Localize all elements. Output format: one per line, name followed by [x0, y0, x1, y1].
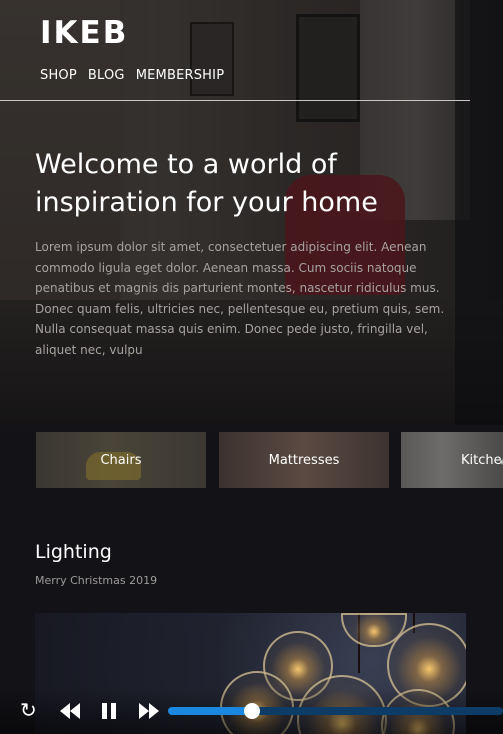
hero-headline-line2: inspiration for your home — [35, 187, 378, 218]
nav-item-shop[interactable]: SHOP — [40, 68, 77, 83]
category-card-kitchen[interactable]: Kitche ✥ — [401, 432, 503, 488]
category-card-chairs[interactable]: Chairs — [36, 432, 206, 488]
brand-logo[interactable]: IKEB — [40, 18, 128, 49]
move-icon: ✥ — [500, 456, 503, 469]
seek-bar-progress — [168, 707, 252, 715]
category-carousel: Chairs Mattresses Kitche ✥ — [0, 432, 503, 488]
pause-icon[interactable] — [100, 701, 118, 725]
seek-bar-handle[interactable] — [243, 703, 260, 719]
main-nav: SHOP BLOG MEMBERSHIP — [40, 68, 224, 83]
section-title: Lighting — [35, 541, 112, 563]
rewind-icon[interactable] — [58, 701, 82, 725]
nav-item-membership[interactable]: MEMBERSHIP — [136, 68, 225, 83]
header-divider — [0, 100, 470, 101]
replay-icon[interactable]: ↻ — [20, 698, 37, 722]
category-label: Chairs — [100, 452, 142, 468]
category-label: Kitche — [461, 452, 502, 468]
section-subtitle: Merry Christmas 2019 — [35, 574, 158, 587]
hero-body-text: Lorem ipsum dolor sit amet, consectetuer… — [35, 240, 445, 357]
hero-headline: Welcome to a world of inspiration for yo… — [35, 146, 475, 222]
category-card-mattresses[interactable]: Mattresses — [219, 432, 389, 488]
nav-item-blog[interactable]: BLOG — [88, 68, 125, 83]
category-label: Mattresses — [268, 452, 340, 468]
fast-forward-icon[interactable] — [137, 701, 161, 725]
hero-headline-line1: Welcome to a world of — [35, 149, 337, 180]
seek-bar[interactable] — [168, 703, 503, 719]
